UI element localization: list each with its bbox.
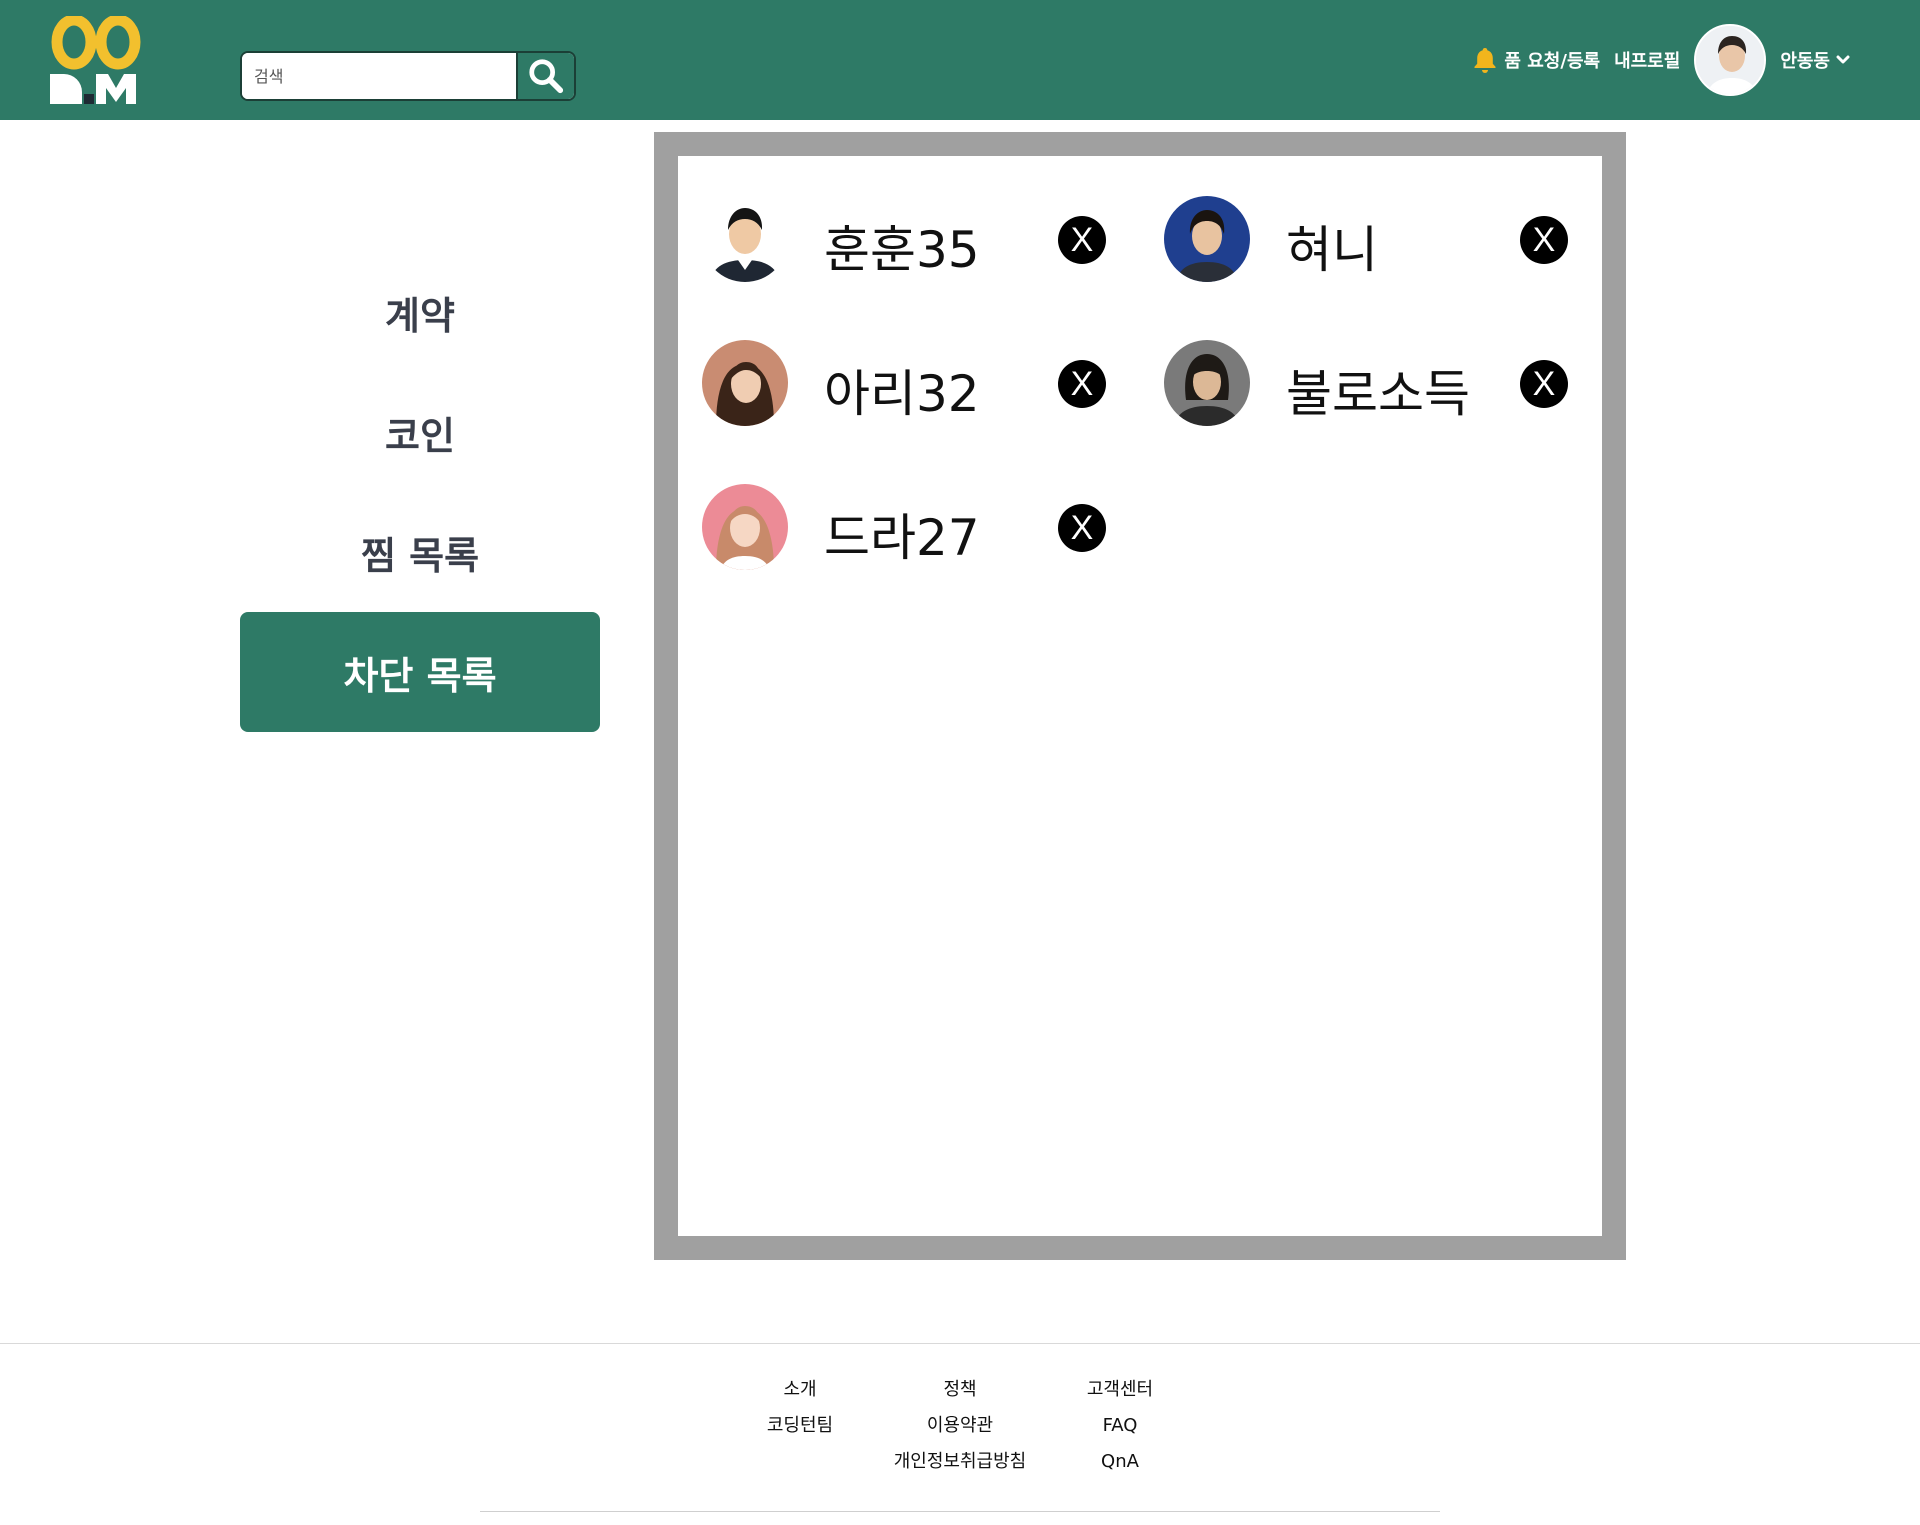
footer-bottom-divider [480, 1511, 1440, 1512]
blocked-user-name: 드라27 [824, 509, 980, 567]
footer-column-support: 고객센터 FAQ QnA [1040, 1372, 1200, 1480]
footer-heading: 소개 [783, 1379, 817, 1400]
footer-heading: 고객센터 [1086, 1379, 1154, 1400]
blocked-user-name: 불로소득 [1286, 365, 1470, 423]
avatar-man-blue [1164, 196, 1250, 282]
user-menu-toggle[interactable]: 안동동 [1780, 47, 1850, 73]
avatar-man-longhair [1164, 340, 1250, 426]
footer-link[interactable]: 코딩턴팀 [720, 1408, 880, 1444]
top-header: 품 요청/등록 내프로필 안동동 [0, 0, 1920, 120]
bell-icon [1474, 48, 1496, 73]
footer-divider [0, 1343, 1920, 1344]
my-profile-link[interactable]: 내프로필 [1614, 47, 1680, 73]
logo[interactable] [48, 14, 144, 106]
sidebar: 계약 코인 찜 목록 차단 목록 [240, 252, 600, 732]
user-name: 안동동 [1780, 51, 1830, 72]
avatar-woman-pink [702, 484, 788, 570]
search-input[interactable] [242, 53, 518, 99]
search-bar [240, 51, 576, 101]
footer-heading: 정책 [943, 1379, 977, 1400]
blocked-user-name: 아리32 [824, 365, 980, 423]
sidebar-item-contract[interactable]: 계약 [240, 252, 600, 372]
blocked-user-name: 혀니 [1286, 221, 1378, 279]
blocked-user-name: 훈훈35 [824, 221, 980, 279]
blocked-user-item: 훈훈35 X [702, 196, 1112, 286]
chevron-down-icon [1836, 55, 1850, 64]
unblock-button[interactable]: X [1058, 504, 1106, 552]
blocked-user-item: 혀니 X [1164, 196, 1574, 286]
request-register-link[interactable]: 품 요청/등록 [1474, 47, 1600, 73]
user-avatar[interactable] [1694, 24, 1767, 96]
blocked-user-item: 불로소득 X [1164, 340, 1574, 430]
footer-link[interactable]: 이용약관 [880, 1408, 1040, 1444]
sidebar-item-wishlist[interactable]: 찜 목록 [240, 492, 600, 612]
header-nav: 품 요청/등록 내프로필 안동동 [1474, 24, 1850, 96]
blocked-user-item: 드라27 X [702, 484, 1112, 574]
footer-column-policy: 정책 이용약관 개인정보취급방침 [880, 1372, 1040, 1480]
sidebar-item-coin[interactable]: 코인 [240, 372, 600, 492]
footer-link[interactable]: QnA [1040, 1444, 1200, 1480]
unblock-button[interactable]: X [1520, 360, 1568, 408]
footer-links: 소개 코딩턴팀 정책 이용약관 개인정보취급방침 고객센터 FAQ QnA [720, 1372, 1200, 1480]
avatar-man-suit [702, 196, 788, 282]
avatar-woman-dark [702, 340, 788, 426]
unblock-button[interactable]: X [1058, 216, 1106, 264]
request-register-label: 품 요청/등록 [1504, 51, 1601, 72]
blocked-list-panel: 훈훈35 X 혀니 X 아리32 X 불로소득 X 드라27 X [678, 156, 1602, 1236]
sidebar-item-blocklist[interactable]: 차단 목록 [240, 612, 600, 732]
unblock-button[interactable]: X [1520, 216, 1568, 264]
search-icon [529, 59, 564, 94]
blocked-list-frame: 훈훈35 X 혀니 X 아리32 X 불로소득 X 드라27 X [654, 132, 1626, 1260]
footer-link[interactable]: 개인정보취급방침 [880, 1444, 1040, 1480]
search-button[interactable] [516, 53, 574, 99]
footer-link[interactable]: FAQ [1040, 1408, 1200, 1444]
unblock-button[interactable]: X [1058, 360, 1106, 408]
my-profile-label: 내프로필 [1614, 51, 1681, 72]
blocked-user-item: 아리32 X [702, 340, 1112, 430]
footer-column-about: 소개 코딩턴팀 [720, 1372, 880, 1480]
